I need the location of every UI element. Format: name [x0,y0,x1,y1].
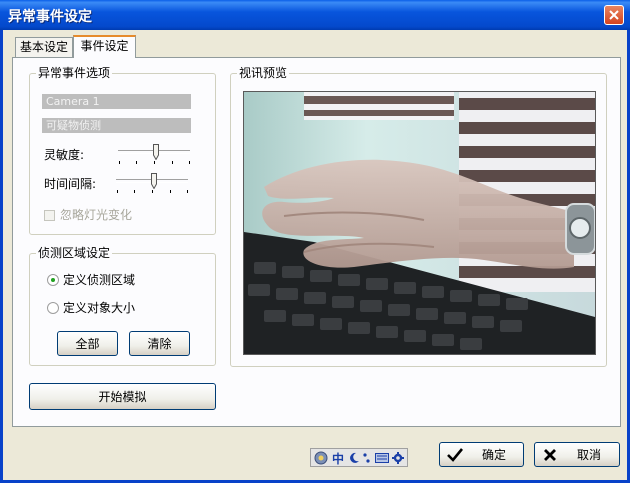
window-border-left [0,30,3,483]
title-bar[interactable]: 异常事件设定 [0,0,630,30]
soft-keyboard-icon[interactable] [375,453,389,463]
sensitivity-label: 灵敏度: [44,148,85,162]
ime-toolbar[interactable]: 中 [310,448,408,467]
clear-button[interactable]: 清除 [129,331,190,356]
event-type-select[interactable]: 可疑物侦测 [42,118,191,133]
ok-button[interactable]: 确定 [439,442,524,467]
checkmark-icon [447,448,464,462]
ime-mode-label[interactable]: 中 [332,450,344,467]
interval-slider[interactable] [114,173,190,197]
video-preview-image[interactable] [243,91,596,355]
sensitivity-slider[interactable] [116,144,192,168]
interval-slider-thumb[interactable] [151,173,157,189]
camera-feed-image [244,92,595,354]
tab-basic-settings[interactable]: 基本设定 [15,37,73,57]
define-area-radio[interactable] [47,274,59,286]
settings-gear-icon[interactable] [392,452,404,464]
cancel-label: 取消 [577,448,602,462]
define-size-radio[interactable] [47,302,59,314]
ime-logo-icon [314,451,328,465]
start-simulation-button[interactable]: 开始模拟 [29,383,216,410]
video-preview-title: 视讯预览 [237,66,290,80]
half-width-moon-icon[interactable] [348,452,360,464]
event-options-title: 异常事件选项 [36,66,113,80]
ok-label: 确定 [482,448,507,462]
clear-label: 清除 [147,337,172,351]
select-all-button[interactable]: 全部 [57,331,118,356]
tab-event-settings[interactable]: 事件设定 [73,35,136,58]
ignore-light-checkbox[interactable] [44,210,55,221]
define-area-label: 定义侦测区域 [63,273,136,287]
close-icon [609,10,619,20]
ignore-light-label: 忽略灯光变化 [60,208,133,222]
punctuation-icon[interactable] [362,452,372,464]
camera-select[interactable]: Camera 1 [42,94,191,109]
start-simulation-label: 开始模拟 [98,390,147,404]
detection-area-title: 侦测区域设定 [36,246,113,260]
x-icon [544,449,556,461]
sensitivity-slider-thumb[interactable] [153,144,159,160]
cancel-button[interactable]: 取消 [534,442,620,467]
close-button[interactable] [604,5,624,25]
interval-label: 时间间隔: [44,177,97,191]
select-all-label: 全部 [75,337,100,351]
define-size-label: 定义对象大小 [63,301,136,315]
window-title: 异常事件设定 [8,9,92,25]
